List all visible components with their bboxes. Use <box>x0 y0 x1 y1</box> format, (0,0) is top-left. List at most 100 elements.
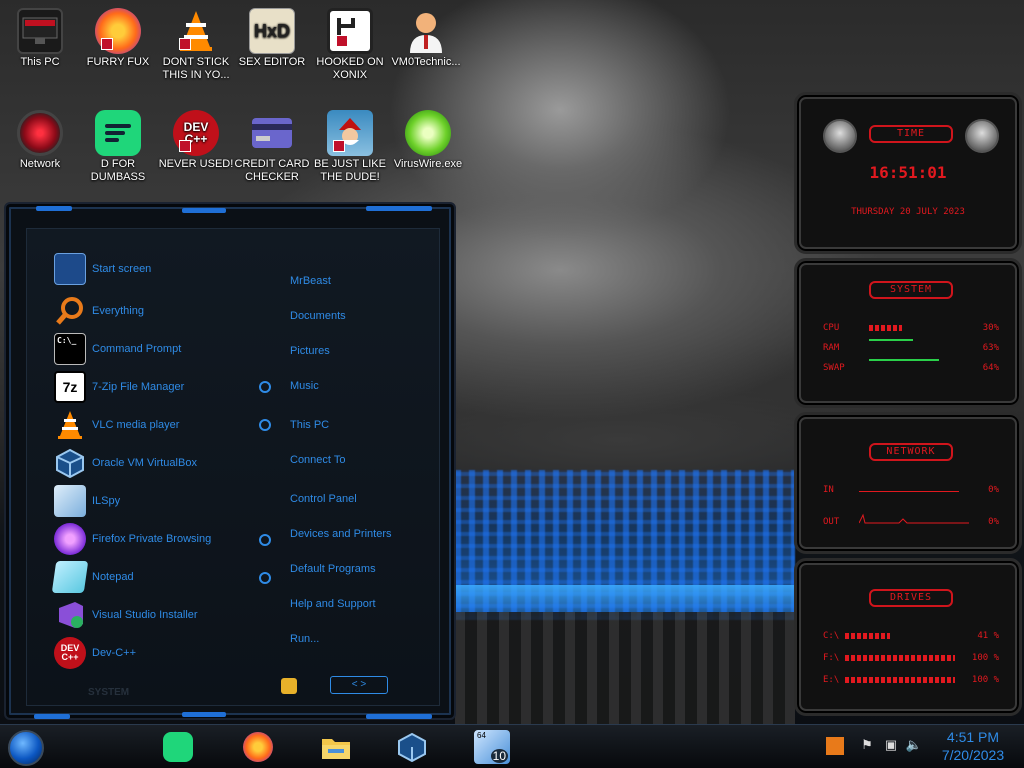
devcpp-icon: DEV C++ <box>173 110 219 156</box>
monitor-icon <box>17 8 63 54</box>
wallpaper-street <box>455 612 795 724</box>
desktop-icon-sex-editor[interactable]: HxD SEX EDITOR <box>234 8 310 69</box>
program-ilspy[interactable]: ILSpy <box>54 484 254 518</box>
place-help-and-support[interactable]: Help and Support <box>290 598 376 610</box>
swap-bar <box>869 359 939 361</box>
win10-badge-top: 64 <box>477 731 486 740</box>
taskbar-app-win10[interactable]: 64 10 <box>474 730 510 764</box>
wallpaper-glow <box>455 585 795 613</box>
network-in-graph <box>859 491 959 492</box>
program-vlc[interactable]: VLC media player <box>54 408 254 442</box>
shortcut-badge-icon <box>101 38 113 50</box>
program-firefox-private[interactable]: Firefox Private Browsing <box>54 522 254 556</box>
program-notepad[interactable]: Notepad <box>51 560 254 594</box>
firefox-private-icon <box>54 523 86 555</box>
submenu-arrow-icon <box>259 381 271 393</box>
drive-e-bar <box>845 677 955 683</box>
program-start-screen[interactable]: Start screen <box>54 252 254 286</box>
place-run[interactable]: Run... <box>290 633 319 645</box>
magnifier-icon <box>54 295 86 327</box>
vlc-cone-icon <box>173 8 219 54</box>
tray-flag-icon[interactable]: ⚑ <box>858 737 876 755</box>
taskbar-clock[interactable]: 4:51 PM 7/20/2023 <box>928 728 1018 764</box>
desktop-icon-dont-stick[interactable]: DONT STICK THIS IN YO... <box>158 8 234 82</box>
drive-f-label: F:\ <box>823 653 840 663</box>
taskbar-app-virtualbox[interactable] <box>394 730 430 764</box>
drives-gadget: DRIVES C:\ 41 % F:\ 100 % E:\ 100 % <box>794 558 1022 716</box>
santa-icon <box>327 110 373 156</box>
taskbar-app-firefox[interactable] <box>240 730 276 764</box>
tray-volume-icon[interactable]: 🔈 <box>905 737 923 755</box>
firefox-icon <box>95 8 141 54</box>
place-mrbeast[interactable]: MrBeast <box>290 275 331 287</box>
desktop-icon-credit-card-checker[interactable]: CREDIT CARD CHECKER <box>234 110 310 184</box>
network-in-value: 0% <box>988 485 999 495</box>
system-gadget: SYSTEM CPU 30% RAM 63% SWAP 64% <box>794 258 1022 408</box>
time-gadget: TIME 16:51:01 THURSDAY 20 JULY 2023 <box>794 92 1022 254</box>
desktop-icon-this-pc[interactable]: This PC <box>2 8 78 69</box>
drive-e-label: E:\ <box>823 675 840 685</box>
start-menu-deco <box>366 206 432 211</box>
xonix-icon <box>327 8 373 54</box>
lines-icon <box>163 732 193 762</box>
time-clock: 16:51:01 <box>869 163 947 182</box>
ram-value: 63% <box>982 343 999 353</box>
start-menu-deco <box>34 714 70 719</box>
alien-head-icon <box>965 119 999 153</box>
ram-bar <box>869 339 913 341</box>
place-control-panel[interactable]: Control Panel <box>290 493 357 505</box>
place-connect-to[interactable]: Connect To <box>290 454 345 466</box>
taskbar-app-file-explorer[interactable] <box>318 730 354 764</box>
network-gadget: NETWORK IN 0% OUT 0% <box>794 412 1022 554</box>
start-orb-button[interactable] <box>8 730 44 766</box>
desktop-icon-furry-fux[interactable]: FURRY FUX <box>80 8 156 69</box>
firefox-icon <box>243 732 273 762</box>
place-this-pc[interactable]: This PC <box>290 419 329 431</box>
notepad-icon <box>51 561 89 593</box>
cpu-value: 30% <box>982 323 999 333</box>
win10-badge-bottom: 10 <box>490 749 508 763</box>
program-7zip[interactable]: 7z 7-Zip File Manager <box>54 370 254 404</box>
tray-update-icon[interactable] <box>826 737 844 755</box>
lines-icon <box>95 110 141 156</box>
7zip-icon: 7z <box>54 371 86 403</box>
power-button-icon[interactable] <box>281 678 297 694</box>
program-everything[interactable]: Everything <box>54 294 254 328</box>
desktop-icon-vm0technic[interactable]: VM0Technic... <box>388 8 464 69</box>
desktop-icon-viruswire[interactable]: VirusWire.exe <box>390 110 466 171</box>
program-command-prompt[interactable]: C:\_ Command Prompt <box>54 332 254 366</box>
tray-network-icon[interactable]: ▣ <box>882 737 900 755</box>
ram-label: RAM <box>823 343 840 353</box>
submenu-arrow-icon <box>259 572 271 584</box>
program-vs-installer[interactable]: Visual Studio Installer <box>54 598 254 632</box>
place-default-programs[interactable]: Default Programs <box>290 563 376 575</box>
program-virtualbox[interactable]: Oracle VM VirtualBox <box>54 446 254 480</box>
desktop-icon-be-just-like-the-dude[interactable]: BE JUST LIKE THE DUDE! <box>312 110 388 184</box>
program-devcpp[interactable]: DEV C++ Dev-C++ <box>54 636 254 670</box>
virtualbox-icon <box>54 447 86 479</box>
start-menu-nav-buttons[interactable]: < > <box>330 676 388 694</box>
time-title: TIME <box>869 125 953 143</box>
place-documents[interactable]: Documents <box>290 310 346 322</box>
network-icon <box>17 110 63 156</box>
desktop-icon-network[interactable]: Network <box>2 110 78 171</box>
desktop-icon-d-for-dumbass[interactable]: D FOR DUMBASS <box>80 110 156 184</box>
place-music[interactable]: Music <box>290 380 319 392</box>
drives-title: DRIVES <box>869 589 953 607</box>
time-date: THURSDAY 20 JULY 2023 <box>851 207 965 217</box>
start-menu-footer-label: SYSTEM <box>88 687 130 698</box>
drive-c-bar <box>845 633 890 639</box>
virtualbox-icon <box>398 732 426 762</box>
start-menu-deco <box>182 712 226 717</box>
desktop-icon-never-used[interactable]: DEV C++ NEVER USED! <box>158 110 234 171</box>
lime-icon <box>405 110 451 156</box>
doctor-icon <box>403 8 449 54</box>
start-menu-deco <box>366 714 432 719</box>
taskbar-app-lines[interactable] <box>160 730 196 764</box>
place-devices-and-printers[interactable]: Devices and Printers <box>290 528 392 540</box>
clock-date: 7/20/2023 <box>941 747 1005 763</box>
network-out-label: OUT <box>823 517 840 527</box>
network-title: NETWORK <box>869 443 953 461</box>
desktop-icon-hooked-on-xonix[interactable]: HOOKED ON XONIX <box>312 8 388 82</box>
place-pictures[interactable]: Pictures <box>290 345 330 357</box>
